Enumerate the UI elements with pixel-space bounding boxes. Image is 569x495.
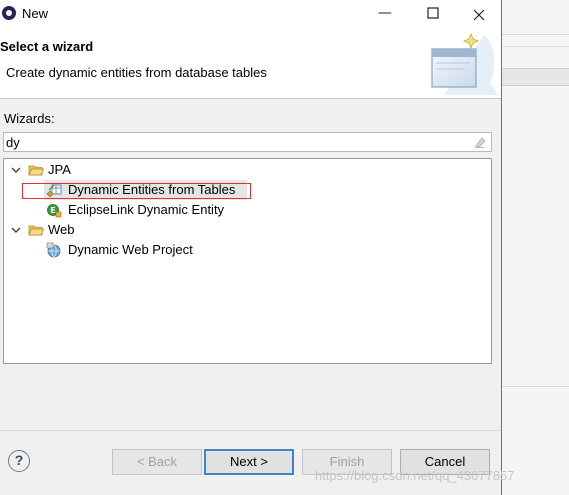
banner-title: Select a wizard	[0, 39, 94, 54]
annotation-highlight-box	[22, 183, 251, 199]
button-bar-separator	[0, 430, 501, 431]
tree-item-dynamic-web-project[interactable]: Dynamic Web Project	[4, 240, 304, 260]
tree-category-jpa[interactable]: JPA	[8, 160, 208, 180]
svg-text:E: E	[50, 206, 55, 215]
filter-input[interactable]	[6, 134, 466, 150]
minimize-button[interactable]: —	[362, 0, 408, 27]
next-button[interactable]: Next >	[204, 449, 294, 475]
help-icon: ?	[14, 452, 24, 468]
eclipse-app-icon	[2, 6, 16, 20]
background-divider	[502, 386, 569, 387]
chevron-down-icon[interactable]	[10, 220, 22, 240]
background-divider	[502, 34, 569, 35]
help-button[interactable]: ?	[8, 450, 30, 472]
web-project-icon	[46, 242, 61, 258]
back-button[interactable]: < Back	[112, 449, 202, 475]
wizards-label: Wizards:	[4, 111, 55, 126]
close-button[interactable]	[456, 0, 502, 27]
folder-open-icon	[28, 225, 44, 236]
title-bar[interactable]: New —	[0, 0, 501, 27]
tree-label-web: Web	[48, 222, 75, 237]
tree-label-jpa: JPA	[48, 162, 71, 177]
watermark-text: https://blog.csdn.net/qq_43077857	[315, 468, 515, 483]
clear-filter-icon[interactable]	[473, 135, 487, 149]
tree-category-web[interactable]: Web	[8, 220, 208, 240]
background-window	[502, 0, 569, 495]
background-row	[502, 68, 569, 86]
chevron-down-icon[interactable]	[10, 160, 22, 180]
banner-description: Create dynamic entities from database ta…	[6, 65, 267, 80]
folder-open-icon	[28, 165, 44, 176]
maximize-button[interactable]	[410, 0, 456, 27]
eclipselink-entity-icon: E	[47, 204, 62, 218]
tree-item-eclipselink-dynamic-entity[interactable]: E EclipseLink Dynamic Entity	[4, 200, 304, 220]
new-wizard-dialog: New — Select a wizard Create dynamic ent…	[0, 0, 502, 495]
tree-label-eclipselink-dynamic-entity: EclipseLink Dynamic Entity	[68, 202, 225, 217]
wizard-banner: Select a wizard Create dynamic entities …	[0, 27, 501, 99]
wizard-filter-field[interactable]	[3, 132, 492, 152]
wizard-banner-icon	[431, 33, 498, 95]
close-icon	[473, 9, 485, 20]
window-title: New	[22, 6, 49, 21]
background-divider	[502, 46, 569, 47]
maximize-icon	[427, 7, 439, 19]
tree-label-dynamic-web-project: Dynamic Web Project	[68, 242, 193, 257]
